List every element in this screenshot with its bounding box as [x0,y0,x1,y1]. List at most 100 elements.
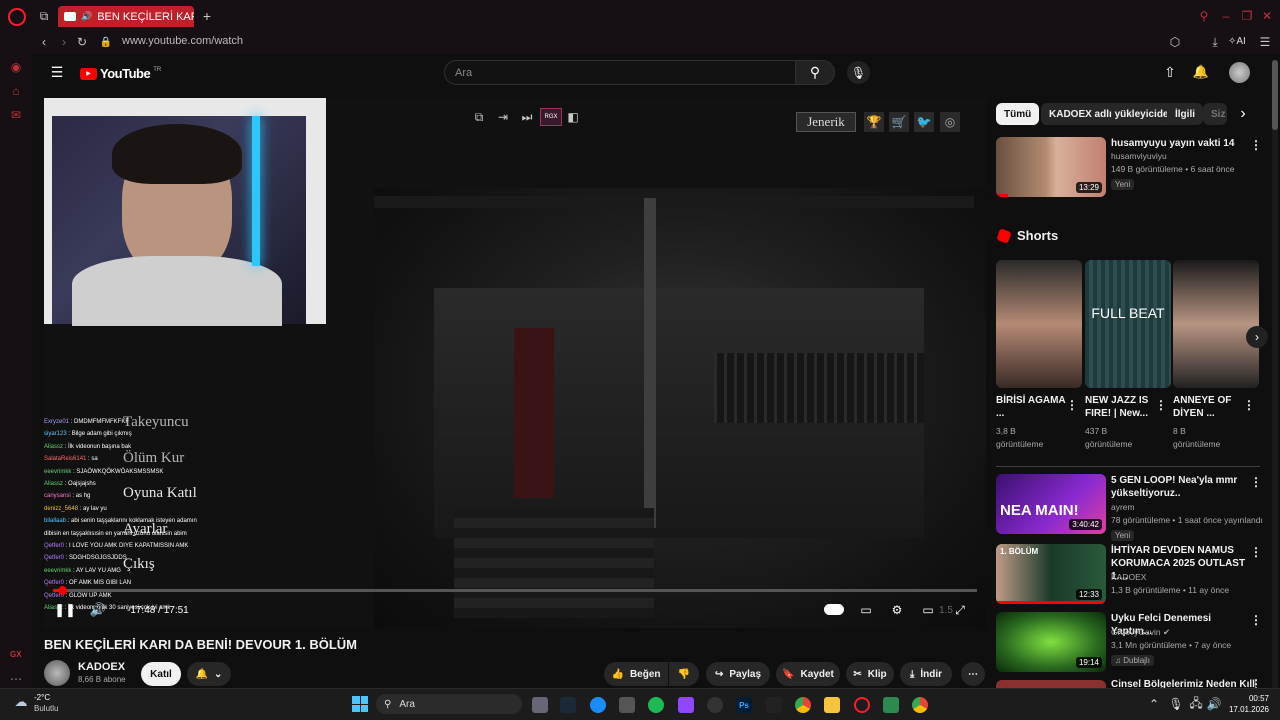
share-button[interactable]: ↪ Paylaş [706,662,770,686]
trophy-icon[interactable]: 🏆 [864,112,884,132]
fullscreen-icon[interactable]: ⤢ [952,602,968,618]
clock-time[interactable]: 00:57 [1229,694,1269,703]
app-icon[interactable] [707,697,723,713]
chrome-icon[interactable] [912,697,928,713]
notifications-bell-icon[interactable]: 🔔 [1193,64,1209,80]
short-title[interactable]: ANNEYE OF DİYEN ... [1173,394,1241,420]
opera-gx-icon[interactable] [854,697,870,713]
rec-channel[interactable]: KADOEX [1111,571,1146,583]
short-more-icon[interactable]: ⋮ [1243,398,1255,412]
twitter-icon[interactable]: 🐦 [914,112,934,132]
short-thumbnail[interactable] [996,260,1082,388]
dislike-button[interactable]: 👎 [669,662,699,686]
rec-thumbnail[interactable]: 13:29 [996,137,1106,197]
pause-icon[interactable]: ❚❚ [54,602,76,618]
chip-all[interactable]: Tümü [996,103,1040,125]
url-field[interactable]: www.youtube.com/watch [122,35,243,47]
obs-badge[interactable]: RGX [540,108,562,126]
aria-ai-button[interactable]: ✧AI [1228,36,1246,47]
speed-label[interactable]: 1.5 [939,605,953,616]
channel-name[interactable]: KADOEX [78,661,125,673]
rec-title[interactable]: Cinsel Bölgelerimiz Neden Kıllı? [1111,678,1256,688]
miniplayer-icon[interactable]: ◧ [566,110,580,124]
volume-tray-icon[interactable]: 🔊 [1207,697,1222,711]
short-title[interactable]: NEW JAZZ IS FIRE! | New... [1085,394,1153,420]
rec-channel[interactable]: GroovyGavin ✔ [1111,626,1170,638]
capcut-icon[interactable] [766,697,782,713]
theater-mode-icon[interactable]: ▭ [920,602,936,618]
file-explorer-icon[interactable] [824,697,840,713]
speed-dial-icon[interactable]: ◉ [9,60,23,74]
clock-date[interactable]: 17.01.2026 [1227,705,1269,714]
chip-uploader[interactable]: KADOEX adlı yükleyiciden [1041,103,1183,125]
download-button[interactable]: ⤓ İndir [900,662,952,686]
spotify-icon[interactable] [648,697,664,713]
rec-thumbnail[interactable]: 1. BÖLÜM 12:33 [996,544,1106,604]
twitch-icon[interactable] [678,697,694,713]
back-icon[interactable]: ‹ [38,35,50,49]
short-more-icon[interactable]: ⋮ [1155,398,1167,412]
autoplay-toggle[interactable] [824,604,844,615]
new-tab-icon[interactable]: + [200,8,214,24]
photoshop-icon[interactable]: Ps [736,697,752,713]
reload-icon[interactable]: ↻ [76,35,88,49]
volume-icon[interactable]: 🔊 [90,602,106,618]
shorts-next-icon[interactable]: › [1246,326,1268,348]
minimize-icon[interactable]: – [1219,9,1233,23]
windows-start-icon[interactable] [352,696,368,712]
short-more-icon[interactable]: ⋮ [1066,398,1078,412]
skip-icon[interactable]: ⏭ [520,110,534,124]
chip-related[interactable]: İlgili [1167,103,1203,125]
app-icon[interactable] [590,697,606,713]
cloud-icon[interactable]: ☁ [12,694,30,709]
close-icon[interactable]: ✕ [1260,9,1274,23]
short-thumbnail[interactable] [1173,260,1259,388]
youtube-logo[interactable]: ▶ YouTube TR [80,66,161,81]
search-button[interactable]: ⚲ [795,60,835,85]
rec-more-icon[interactable]: ⋮ [1250,475,1262,489]
rec-thumbnail[interactable] [996,680,1106,688]
more-actions-button[interactable]: ⋯ [961,662,985,686]
download-icon[interactable]: ⤓ [1208,35,1222,49]
rec-more-icon[interactable]: ⋮ [1250,677,1262,688]
chrome-icon[interactable] [795,697,811,713]
rec-more-icon[interactable]: ⋮ [1250,545,1262,559]
hamburger-menu-icon[interactable]: ☰ [50,64,64,80]
rec-title[interactable]: husamyuyu yayın vakti 14 [1111,137,1241,150]
like-button[interactable]: 👍 Beğen [604,662,668,686]
settings-gear-icon[interactable]: ⚙ [889,602,905,618]
tab-youtube[interactable]: 🔊 BEN KEÇİLERİ KARI DA [58,6,194,27]
short-title[interactable]: BİRİSİ AGAMA ... [996,394,1066,420]
discord-icon[interactable]: ◎ [940,112,960,132]
progress-track[interactable] [53,589,977,592]
scrollbar-thumb[interactable] [1272,60,1278,130]
rec-thumbnail[interactable]: NEA MAIN! 3:40:42 [996,474,1106,534]
app-icon[interactable] [619,697,635,713]
tab-manager-icon[interactable]: ⧉ [36,9,52,23]
notification-bell-button[interactable]: 🔔 ⌄ [187,662,231,686]
popout-icon[interactable]: ⧉ [472,110,486,124]
scrollbar[interactable] [1272,60,1278,688]
rec-channel[interactable]: ayrem [1111,501,1135,513]
chip-you[interactable]: Siz [1203,103,1227,125]
rec-channel[interactable]: husamviyuviyu [1111,150,1167,162]
channel-avatar[interactable] [44,660,70,686]
tray-chevron-icon[interactable]: ⌃ [1148,697,1160,711]
join-button[interactable]: Katıl [141,662,181,686]
more-icon[interactable]: ⋯ [9,672,23,686]
rec-more-icon[interactable]: ⋮ [1250,613,1262,627]
task-view-icon[interactable] [532,697,548,713]
search-input[interactable]: Ara [444,60,796,85]
account-avatar[interactable] [1229,62,1250,83]
rec-more-icon[interactable]: ⋮ [1250,138,1262,152]
chips-next-icon[interactable]: › [1236,105,1250,123]
video-player[interactable]: Exryze01 : DMDMFMFMFKFKF siyar123 : Bilg… [44,98,986,628]
opera-logo-icon[interactable] [8,8,26,26]
rec-title[interactable]: 5 GEN LOOP! Nea'yla mmr yükseltiyoruz.. [1111,474,1246,500]
maximize-icon[interactable]: ❐ [1240,9,1254,23]
menu-icon[interactable]: ☰ [1258,35,1272,49]
clip-button[interactable]: ✂ Klip [846,662,894,686]
gx-icon[interactable]: GX [10,650,22,659]
search-tabs-icon[interactable]: ⚲ [1197,9,1211,23]
network-icon[interactable]: 🖧 [1189,696,1202,710]
